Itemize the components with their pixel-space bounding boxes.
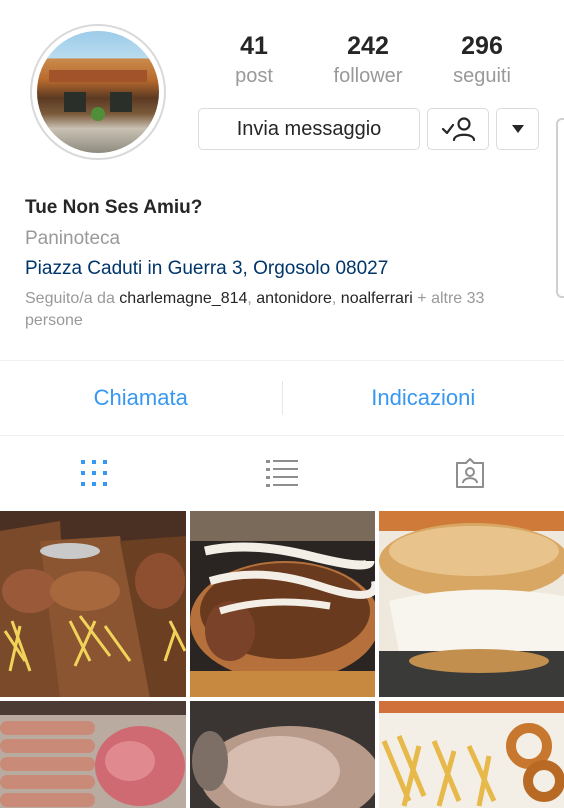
list-icon bbox=[266, 460, 298, 487]
followed-user[interactable]: antonidore bbox=[256, 290, 332, 307]
sandwich-sauce-photo bbox=[190, 511, 375, 697]
followed-user[interactable]: noalferrari bbox=[341, 290, 413, 307]
followers-count: 242 bbox=[347, 32, 389, 60]
chevron-down-icon bbox=[511, 125, 524, 133]
posts-stat[interactable]: 41 post bbox=[198, 30, 310, 88]
following-label: seguiti bbox=[453, 65, 511, 87]
call-button[interactable]: Chiamata bbox=[0, 361, 282, 435]
followers-stat[interactable]: 242 follower bbox=[312, 30, 424, 88]
followed-prefix: Seguito/a da bbox=[25, 290, 120, 307]
more-options-button[interactable] bbox=[496, 108, 539, 150]
profile-stats: 41 post 242 follower 296 seguiti bbox=[198, 30, 538, 88]
fries-rings-photo bbox=[379, 701, 564, 808]
followed-by[interactable]: Seguito/a da charlemagne_814, antonidore… bbox=[25, 288, 545, 332]
tagged-user-icon bbox=[456, 458, 484, 488]
cooked-meat-photo bbox=[190, 701, 375, 808]
send-message-button[interactable]: Invia messaggio bbox=[198, 108, 420, 150]
profile-name: Tue Non Ses Amiu? bbox=[25, 197, 203, 218]
profile-bio: Tue Non Ses Amiu? Paninoteca Piazza Cadu… bbox=[25, 196, 545, 332]
address-link[interactable]: Piazza Caduti in Guerra 3, Orgosolo 0802… bbox=[25, 257, 388, 281]
photo-tile[interactable] bbox=[379, 511, 564, 697]
user-check-icon bbox=[441, 117, 476, 142]
photo-tile[interactable] bbox=[0, 511, 186, 697]
photo-tile[interactable] bbox=[190, 701, 375, 808]
profile-category: Paninoteca bbox=[25, 228, 121, 249]
photo-tile[interactable] bbox=[379, 701, 564, 808]
followers-label: follower bbox=[333, 65, 403, 87]
followed-separator: , bbox=[331, 290, 341, 307]
profile-tabs bbox=[0, 437, 564, 509]
following-count: 296 bbox=[461, 32, 503, 60]
directions-button[interactable]: Indicazioni bbox=[283, 361, 564, 435]
contact-actions: Chiamata Indicazioni bbox=[0, 360, 564, 436]
followed-separator: , bbox=[247, 290, 257, 307]
raw-meat-photo bbox=[0, 701, 186, 808]
photo-tile[interactable] bbox=[0, 701, 186, 808]
profile-avatar[interactable] bbox=[30, 24, 166, 160]
cheese-sandwich-photo bbox=[379, 511, 564, 697]
followed-user[interactable]: charlemagne_814 bbox=[119, 290, 247, 307]
posts-label: post bbox=[235, 65, 273, 87]
photo-tile[interactable] bbox=[190, 511, 375, 697]
photo-grid bbox=[0, 511, 564, 808]
following-stat[interactable]: 296 seguiti bbox=[426, 30, 538, 88]
grid-icon bbox=[81, 460, 107, 486]
following-button[interactable] bbox=[427, 108, 489, 150]
grilled-meat-fries-photo bbox=[0, 511, 186, 697]
tab-list[interactable] bbox=[188, 437, 376, 509]
avatar-image bbox=[37, 31, 159, 153]
edge-handle bbox=[556, 118, 564, 298]
tab-tagged[interactable] bbox=[376, 437, 564, 509]
tab-grid[interactable] bbox=[0, 437, 188, 509]
posts-count: 41 bbox=[240, 32, 268, 60]
